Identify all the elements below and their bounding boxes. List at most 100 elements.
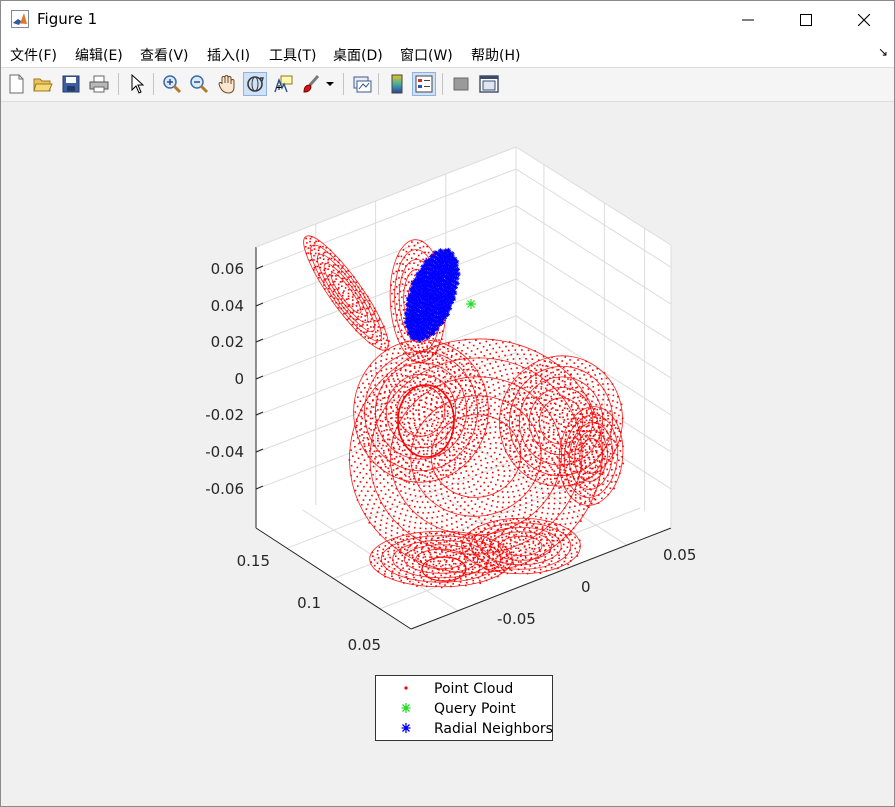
link-plot-button[interactable] [350, 72, 374, 96]
figure-canvas[interactable]: 0.06 0.04 0.02 0 -0.02 -0.04 -0.06 0.15 0.1 0.05 0… [1, 102, 894, 806]
point-cloud-point [451, 442, 454, 444]
hide-plot-tools-button[interactable] [449, 72, 473, 96]
new-figure-button[interactable] [4, 72, 28, 96]
point-cloud-point [307, 247, 310, 249]
point-cloud-point [480, 485, 482, 488]
dock-arrow-icon[interactable]: ↘ [878, 45, 888, 59]
edit-plot-button[interactable] [125, 72, 149, 96]
point-cloud-point [365, 373, 367, 376]
point-cloud-point [496, 506, 498, 508]
point-cloud-point [383, 563, 386, 565]
point-cloud-point [453, 371, 456, 373]
point-cloud-point [484, 457, 487, 460]
point-cloud-point [419, 423, 421, 426]
point-cloud-point [398, 319, 401, 321]
point-cloud-point [379, 393, 382, 395]
menu-help[interactable]: 帮助(H) [471, 45, 520, 65]
point-cloud-point [390, 529, 393, 532]
point-cloud-point [352, 303, 354, 305]
point-cloud-point [503, 456, 505, 459]
point-cloud-point [416, 500, 419, 503]
rotate-3d-button[interactable] [243, 72, 267, 96]
menu-file[interactable]: 文件(F) [10, 45, 57, 65]
point-cloud-point [449, 426, 451, 428]
point-cloud-point [319, 272, 321, 275]
zoom-out-button[interactable] [187, 72, 211, 96]
point-cloud-point [413, 252, 415, 255]
point-cloud-point [362, 395, 365, 398]
point-cloud-point [490, 481, 492, 483]
point-cloud-point [511, 422, 513, 425]
point-cloud-point [397, 331, 399, 333]
zoom-in-button[interactable] [160, 72, 184, 96]
point-cloud-point [387, 489, 390, 491]
show-plot-tools-button[interactable] [477, 72, 501, 96]
minimize-button[interactable] [719, 1, 777, 39]
insert-legend-button[interactable] [412, 72, 436, 96]
point-cloud-point [598, 434, 600, 437]
point-cloud-point [528, 434, 530, 436]
point-cloud-point [519, 394, 521, 396]
point-cloud-point [435, 434, 438, 437]
brush-dropdown[interactable] [323, 72, 337, 96]
point-cloud-point [324, 251, 326, 254]
point-cloud-point [486, 369, 489, 371]
title-bar[interactable]: Figure 1 [1, 1, 894, 39]
point-cloud-point [393, 568, 396, 570]
menu-desktop[interactable]: 桌面(D) [333, 45, 383, 65]
point-cloud-point [330, 270, 333, 273]
close-button[interactable] [835, 1, 893, 39]
point-cloud-point [478, 381, 481, 384]
point-cloud-point [386, 373, 388, 376]
save-button[interactable] [59, 72, 83, 96]
point-cloud-point [405, 413, 408, 416]
point-cloud-point [599, 454, 601, 456]
point-cloud-point [471, 420, 474, 423]
point-cloud-point [564, 523, 567, 525]
maximize-button[interactable] [777, 1, 835, 39]
point-cloud-point [371, 375, 373, 377]
point-cloud-point [379, 424, 382, 427]
point-cloud-point [481, 451, 484, 454]
point-cloud-point [347, 295, 350, 298]
point-cloud-point [511, 434, 514, 436]
point-cloud-point [525, 562, 527, 564]
menu-window[interactable]: 窗口(W) [400, 45, 453, 65]
point-cloud-point [503, 570, 505, 572]
point-cloud-point [509, 519, 512, 522]
point-cloud-point [479, 407, 482, 409]
point-cloud-point [576, 551, 578, 553]
point-cloud-point [561, 447, 563, 450]
print-button[interactable] [87, 72, 111, 96]
point-cloud-point [467, 431, 469, 434]
point-cloud-point [383, 429, 386, 432]
point-cloud-point [595, 464, 597, 467]
menu-edit[interactable]: 编辑(E) [75, 45, 123, 65]
radial-neighbor-point [425, 334, 431, 340]
data-cursor-button[interactable] [271, 72, 295, 96]
menu-insert[interactable]: 插入(I) [207, 45, 250, 65]
menu-tools[interactable]: 工具(T) [269, 45, 316, 65]
point-cloud-point [455, 553, 457, 556]
point-cloud-point [403, 418, 406, 420]
point-cloud-point [493, 521, 495, 524]
point-cloud-point [441, 431, 443, 434]
legend[interactable]: Point Cloud Query Point Radial Neighbors [375, 675, 553, 741]
point-cloud-point [464, 379, 467, 382]
point-cloud-point [431, 430, 433, 433]
open-file-button[interactable] [31, 72, 55, 96]
point-cloud-point [415, 352, 418, 354]
point-cloud-point [470, 350, 473, 352]
point-cloud-point [552, 543, 554, 546]
point-cloud-point [571, 484, 574, 486]
insert-colorbar-button[interactable] [385, 72, 409, 96]
point-cloud-point [518, 472, 521, 475]
point-cloud-point [554, 477, 556, 480]
point-cloud-point [540, 539, 542, 541]
point-cloud-point [599, 372, 601, 375]
brush-button[interactable] [299, 72, 323, 96]
pan-button[interactable] [215, 72, 239, 96]
point-cloud-point [458, 547, 461, 550]
menu-view[interactable]: 查看(V) [140, 45, 189, 65]
point-cloud-point [425, 420, 427, 423]
